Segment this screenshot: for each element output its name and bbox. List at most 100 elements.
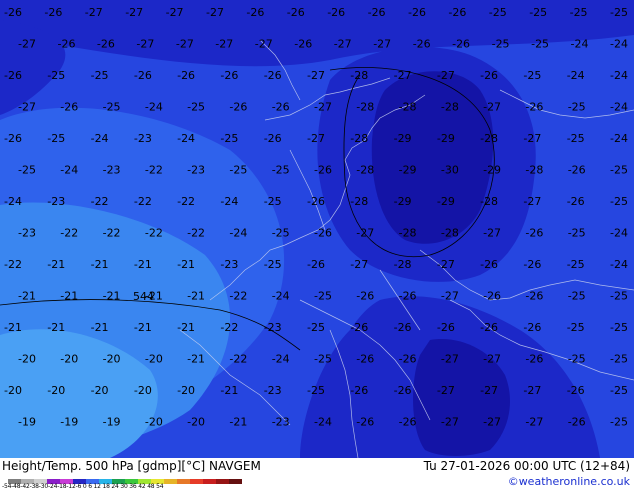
temperature-label: -29 [394, 195, 412, 208]
temperature-label: -27 [480, 384, 498, 397]
temperature-label: -27 [441, 416, 459, 429]
temperature-label: -27 [373, 38, 391, 51]
temperature-label: -25 [610, 164, 628, 177]
temperature-label: -28 [350, 69, 368, 82]
temperature-label: -25 [568, 290, 586, 303]
temperature-label: -21 [103, 290, 121, 303]
temperature-label: -24 [610, 258, 628, 271]
temperature-label: -26 [356, 416, 374, 429]
temperature-label: -20 [145, 353, 163, 366]
temperature-label: -26 [60, 101, 78, 114]
temperature-label: -28 [356, 164, 374, 177]
temperature-label: -26 [394, 321, 412, 334]
temperature-label: -26 [568, 164, 586, 177]
temperature-label: -26 [452, 38, 470, 51]
temperature-label: -25 [272, 164, 290, 177]
temperature-label: -23 [103, 164, 121, 177]
temperature-label: -26 [314, 227, 332, 240]
temperature-label: -27 [334, 38, 352, 51]
credit-link[interactable]: ©weatheronline.co.uk [508, 475, 630, 488]
temperature-label: -20 [187, 416, 205, 429]
temperature-label: -21 [60, 290, 78, 303]
temperature-label: -26 [264, 69, 282, 82]
temperature-label: -24 [229, 227, 247, 240]
color-scale-labels: -54-48-42-38-30-24-18-12-6 0 6 12 18 24 … [2, 483, 164, 490]
temperature-label: -27 [525, 416, 543, 429]
temperature-label: -26 [408, 6, 426, 19]
temperature-label: -25 [567, 258, 585, 271]
temperature-label: -25 [307, 321, 325, 334]
temperature-label: -25 [523, 69, 541, 82]
temperature-label: -27 [437, 384, 455, 397]
temperature-label: -23 [187, 164, 205, 177]
temperature-label: -22 [229, 290, 247, 303]
temperature-label: -24 [610, 101, 628, 114]
temperature-label: -30 [441, 164, 459, 177]
temperature-label: -26 [480, 258, 498, 271]
temperature-label: -25 [568, 353, 586, 366]
temperature-label: -19 [18, 416, 36, 429]
temperature-label: -27 [356, 227, 374, 240]
footer: Height/Temp. 500 hPa [gdmp][°C] NAVGEM T… [0, 458, 634, 490]
temperature-label: -20 [60, 353, 78, 366]
temperature-label: -25 [187, 101, 205, 114]
color-scale-swatch [203, 479, 216, 484]
color-scale-swatch [190, 479, 203, 484]
temperature-label: -24 [272, 353, 290, 366]
temperature-label: -27 [437, 69, 455, 82]
temperature-label: -25 [568, 101, 586, 114]
temperature-label: -27 [307, 69, 325, 82]
temperature-label: -25 [489, 6, 507, 19]
temperature-label: -28 [480, 132, 498, 145]
temperature-label: -24 [610, 132, 628, 145]
temperature-label: -25 [47, 132, 65, 145]
temperature-label: -26 [448, 6, 466, 19]
temperature-label: -25 [314, 353, 332, 366]
temperature-label: -28 [399, 101, 417, 114]
temperature-label: -26 [4, 6, 22, 19]
temperature-label: -26 [229, 101, 247, 114]
temperature-map[interactable]: -26 -26 -27 -27 -27 -27 -26 -26 -26 -26 -26 -26 -25 -… [0, 0, 634, 458]
temperature-label: -20 [134, 384, 152, 397]
temperature-label: -21 [134, 258, 152, 271]
color-scale-swatch [216, 479, 229, 484]
temperature-label: -24 [610, 69, 628, 82]
temperature-label: -25 [272, 227, 290, 240]
temperature-label: -26 [314, 164, 332, 177]
temperature-label: -27 [307, 132, 325, 145]
temperature-label: -26 [220, 69, 238, 82]
temperature-label: -26 [523, 258, 541, 271]
temperature-label: -25 [103, 101, 121, 114]
temperature-label: -25 [492, 38, 510, 51]
temperature-label: -26 [287, 6, 305, 19]
temperature-label: -28 [525, 164, 543, 177]
temperature-label: -26 [567, 195, 585, 208]
temperature-label: -24 [314, 416, 332, 429]
temperature-label: -27 [483, 101, 501, 114]
temperature-label: -22 [91, 195, 109, 208]
temperature-label: -20 [177, 384, 195, 397]
temperature-label: -22 [229, 353, 247, 366]
temperature-label: -21 [187, 290, 205, 303]
temperature-label: -27 [441, 353, 459, 366]
temperature-label: -26 [399, 353, 417, 366]
temperature-label: -25 [531, 38, 549, 51]
temperature-label: -27 [523, 384, 541, 397]
temperature-label: -26 [246, 6, 264, 19]
temperature-label: -27 [483, 227, 501, 240]
temperature-label: -26 [350, 321, 368, 334]
temperature-label: -28 [350, 195, 368, 208]
temperature-label: -25 [47, 69, 65, 82]
region-minus-29-core [371, 71, 494, 244]
temperature-label: -22 [103, 227, 121, 240]
temperature-label: -22 [134, 195, 152, 208]
temperature-label: -27 [166, 6, 184, 19]
temperature-label: -20 [18, 353, 36, 366]
temperature-label: -20 [103, 353, 121, 366]
temperature-label: -25 [229, 164, 247, 177]
temperature-label: -26 [567, 384, 585, 397]
temperature-label: -26 [307, 195, 325, 208]
temperature-label: -26 [413, 38, 431, 51]
temperature-label: -26 [525, 227, 543, 240]
temperature-label: -27 [350, 258, 368, 271]
